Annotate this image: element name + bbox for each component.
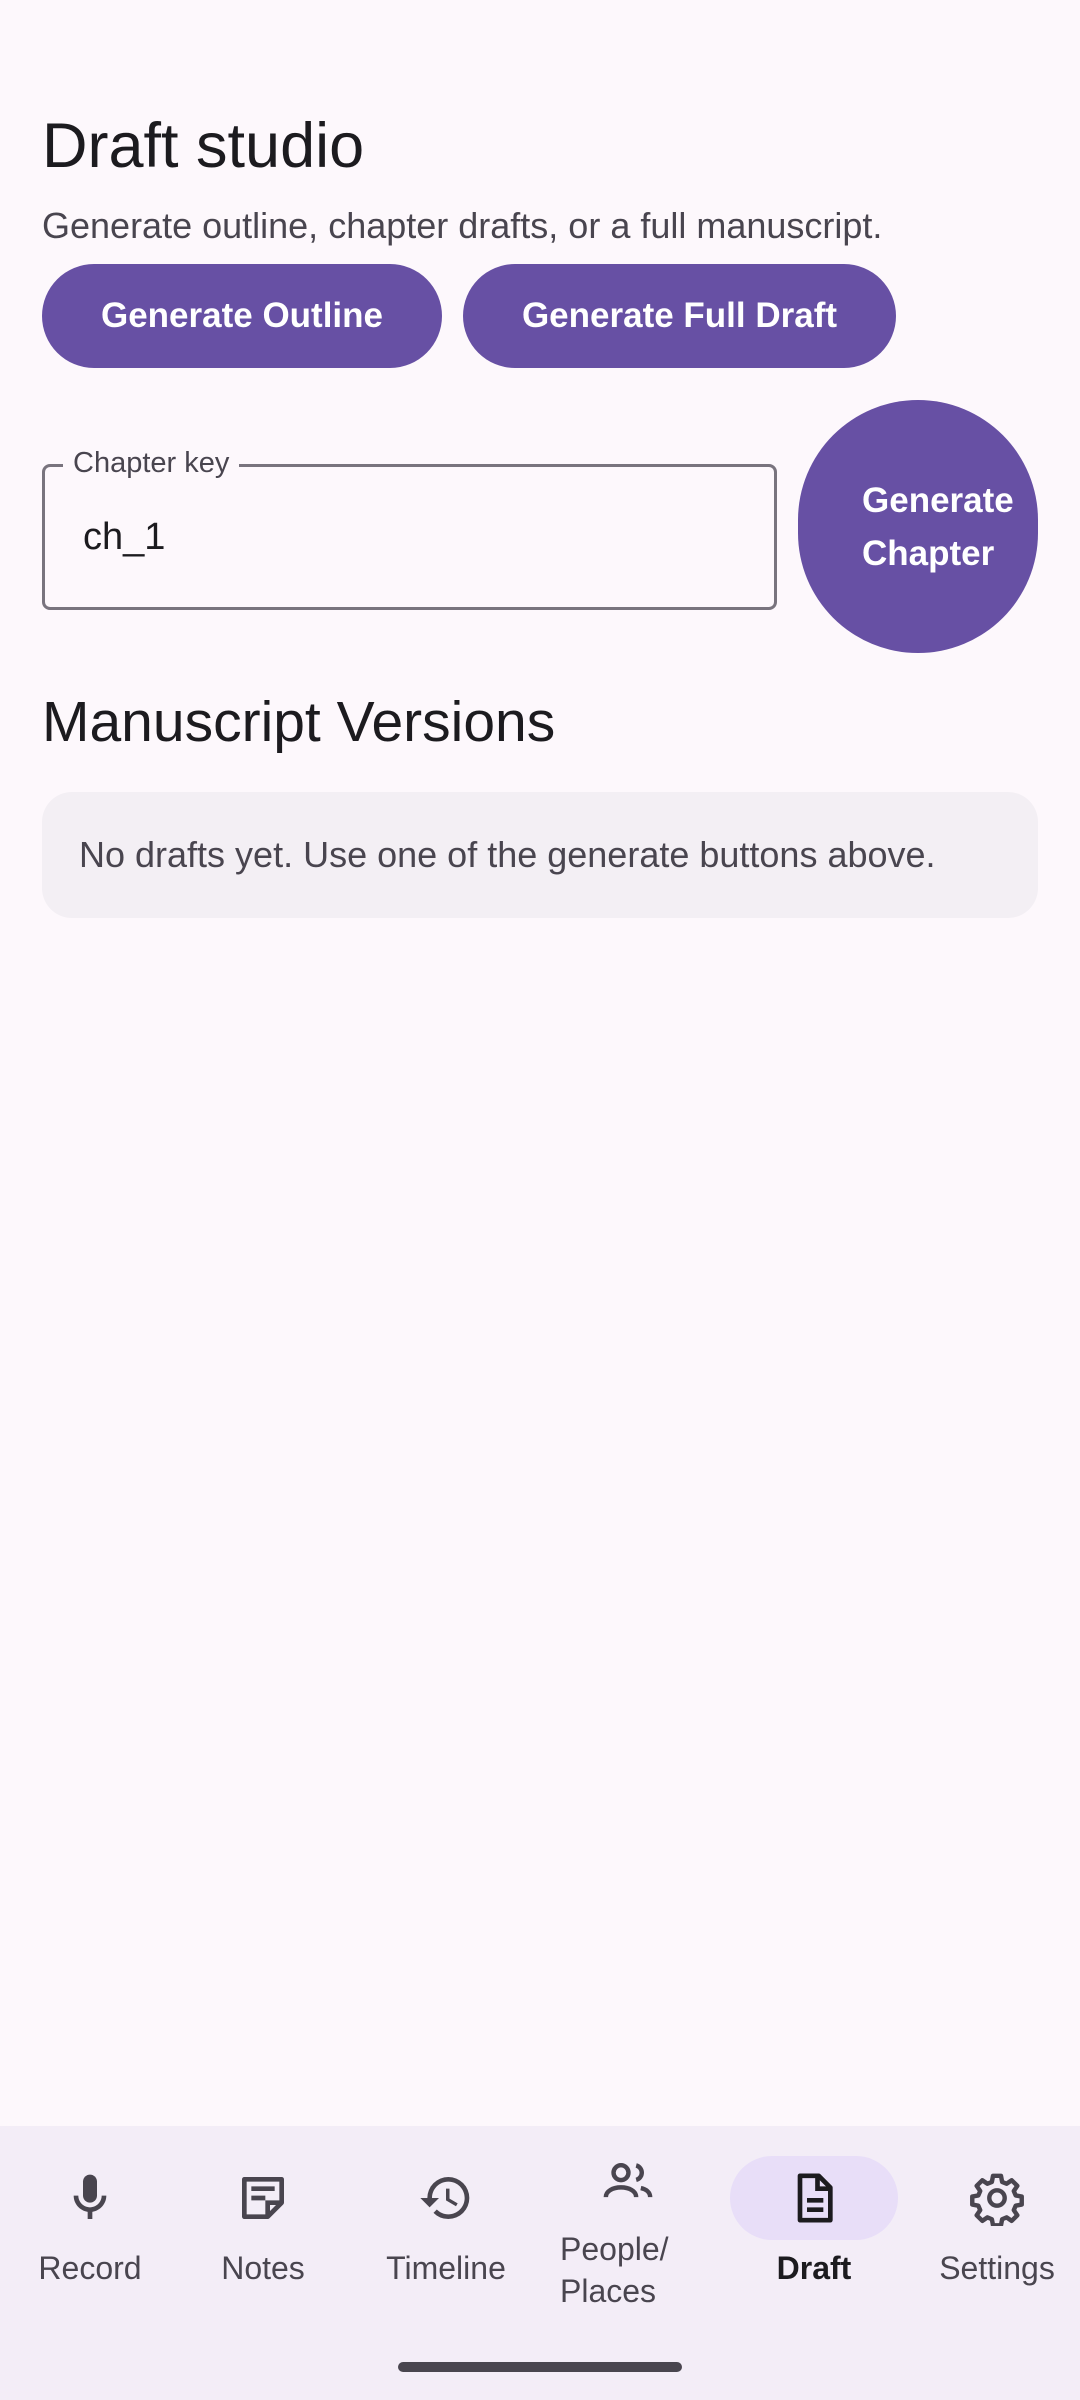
- empty-drafts-card: No drafts yet. Use one of the generate b…: [42, 792, 1038, 918]
- generate-outline-button[interactable]: Generate Outline: [42, 264, 442, 368]
- nav-indicator: [6, 2156, 174, 2240]
- manuscript-versions-title: Manuscript Versions: [42, 690, 556, 754]
- gesture-home-bar[interactable]: [398, 2362, 682, 2372]
- gear-icon: [970, 2173, 1024, 2226]
- generate-chapter-button[interactable]: Generate Chapter: [798, 400, 1038, 653]
- note-icon: [242, 2177, 284, 2219]
- nav-label-timeline: Timeline: [386, 2250, 506, 2286]
- nav-indicator: [362, 2156, 530, 2240]
- chapter-key-label: Chapter key: [63, 443, 240, 483]
- nav-item-notes[interactable]: Notes: [173, 2126, 353, 2400]
- nav-item-people-places[interactable]: People/ Places: [538, 2126, 718, 2400]
- nav-item-settings[interactable]: Settings: [907, 2126, 1080, 2400]
- draft-studio-screen: Draft studio Generate outline, chapter d…: [0, 0, 1080, 2400]
- chapter-key-field: Chapter key: [42, 443, 777, 610]
- nav-label-draft: Draft: [776, 2250, 852, 2286]
- page-subtitle: Generate outline, chapter drafts, or a f…: [42, 205, 883, 246]
- document-icon: [797, 2173, 833, 2223]
- generate-full-draft-button[interactable]: Generate Full Draft: [463, 264, 896, 368]
- empty-drafts-message: No drafts yet. Use one of the generate b…: [79, 834, 936, 875]
- nav-label-notes: Notes: [221, 2250, 305, 2286]
- chapter-key-input[interactable]: [83, 509, 723, 565]
- nav-indicator: [179, 2156, 347, 2240]
- nav-label-record: Record: [38, 2250, 142, 2286]
- nav-label-people-places: People/ Places: [560, 2231, 669, 2309]
- nav-item-record[interactable]: Record: [0, 2126, 180, 2400]
- history-icon: [420, 2177, 470, 2219]
- nav-indicator: [913, 2156, 1080, 2240]
- nav-indicator: [544, 2140, 712, 2224]
- bottom-navigation: Record Notes Timeline People/ Places Dra…: [0, 2126, 1080, 2400]
- nav-item-timeline[interactable]: Timeline: [356, 2126, 536, 2400]
- nav-active-indicator: [730, 2156, 898, 2240]
- nav-item-draft[interactable]: Draft: [724, 2126, 904, 2400]
- nav-label-settings: Settings: [939, 2250, 1055, 2286]
- people-icon: [603, 2162, 653, 2198]
- page-title: Draft studio: [42, 111, 365, 181]
- mic-icon: [73, 2174, 107, 2219]
